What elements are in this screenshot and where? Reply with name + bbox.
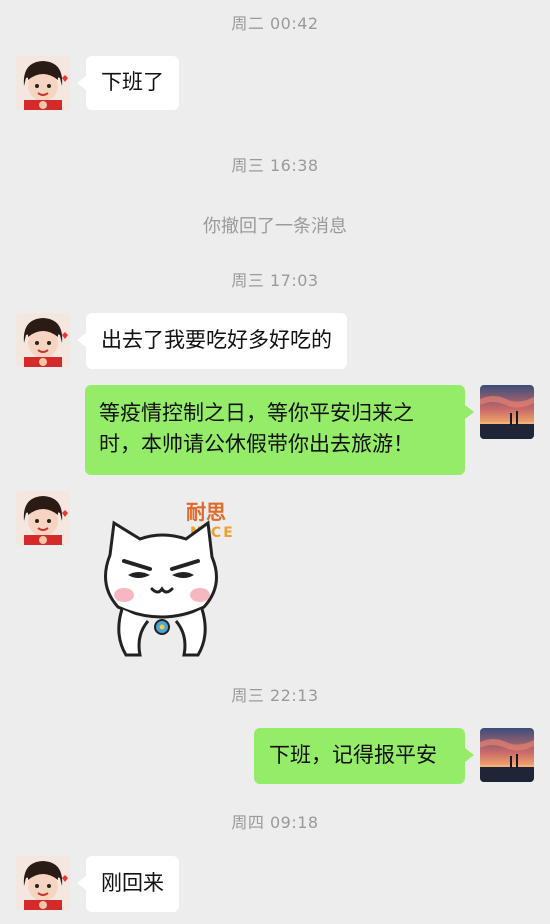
contact-avatar-icon[interactable] <box>16 56 70 110</box>
message-bubble-incoming[interactable]: 刚回来 <box>77 856 179 912</box>
contact-avatar-icon[interactable] <box>16 856 70 910</box>
timestamp: 周三 22:13 <box>231 686 319 705</box>
contact-avatar-icon[interactable] <box>16 313 70 367</box>
timestamp: 周二 00:42 <box>231 14 319 33</box>
sticker-text-cn: 耐思 <box>186 500 226 524</box>
message-bubble-incoming[interactable]: 下班了 <box>77 56 179 110</box>
message-text-line1: 等疫情控制之日，等你平安归来之 <box>99 401 414 425</box>
message-bubble-outgoing[interactable]: 等疫情控制之日，等你平安归来之 时，本帅请公休假带你出去旅游！ <box>85 385 474 475</box>
self-avatar-icon[interactable] <box>480 385 534 439</box>
message-text-line2: 时，本帅请公休假带你出去旅游！ <box>99 432 414 456</box>
message-bubble-outgoing[interactable]: 下班，记得报平安 <box>254 728 474 784</box>
timestamp: 周三 16:38 <box>231 156 319 175</box>
message-text: 下班，记得报平安 <box>269 743 437 767</box>
self-avatar-icon[interactable] <box>480 728 534 782</box>
timestamp: 周三 17:03 <box>231 271 319 290</box>
message-text: 下班了 <box>101 70 164 94</box>
message-text: 出去了我要吃好多好吃的 <box>101 328 332 352</box>
message-bubble-incoming[interactable]: 出去了我要吃好多好吃的 <box>77 313 347 369</box>
message-text: 刚回来 <box>101 871 164 895</box>
recall-notice: 你撤回了一条消息 <box>203 216 347 237</box>
timestamp: 周四 09:18 <box>231 813 319 832</box>
nice-cat-sticker-icon[interactable]: 耐思 NICE <box>92 495 252 660</box>
contact-avatar-icon[interactable] <box>16 491 70 545</box>
